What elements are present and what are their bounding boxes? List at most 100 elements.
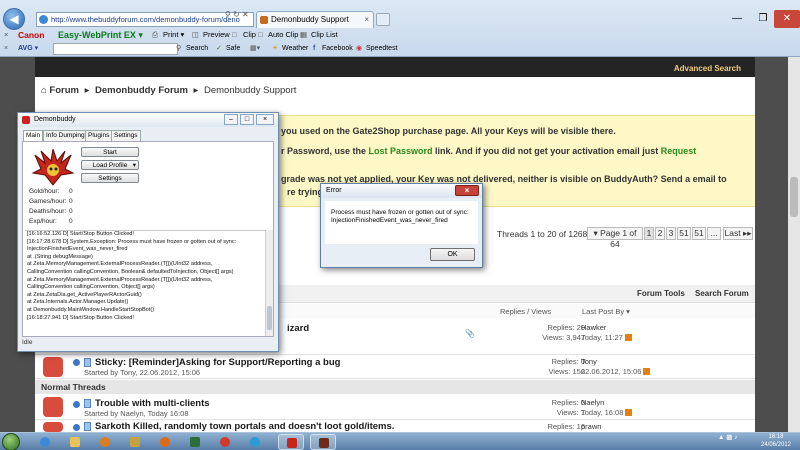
log-output[interactable]: [16:16:52.126 D] Start/Stop Button Click… [25, 230, 271, 336]
table-row[interactable]: Sarkoth Killed, randomly town portals an… [35, 420, 755, 432]
minimize-button[interactable]: — [724, 10, 750, 28]
tray-volume-icon[interactable]: ♪ [734, 434, 737, 441]
home-icon[interactable]: ⌂ [41, 85, 47, 96]
forum-tools-menu[interactable]: Forum Tools [637, 289, 685, 298]
page-3[interactable]: 3 [666, 227, 676, 240]
refresh-icon[interactable]: ↻ [233, 10, 240, 19]
thread-started: Started by Naelyn, Today 16:08 [84, 409, 189, 418]
request-link[interactable]: Request [661, 146, 697, 156]
log-scrollbar[interactable] [265, 230, 273, 336]
avg-menu[interactable]: AVG ▾ [18, 42, 38, 56]
thread-title[interactable]: Trouble with multi-clients [95, 398, 210, 409]
demonbuddy-titlebar[interactable]: Demonbuddy – □ × [18, 113, 278, 127]
page-last[interactable]: Last ▸▸ [723, 227, 753, 240]
last-post-user[interactable]: Hawker [581, 323, 606, 332]
taskbar-firefox-icon[interactable] [152, 434, 178, 450]
taskbar-diablo-icon[interactable] [310, 434, 336, 450]
address-bar[interactable]: http://www.thebuddyforum.com/demonbuddy-… [36, 12, 254, 27]
page-51b[interactable]: 51 [692, 227, 706, 240]
taskbar-demonbuddy-icon[interactable] [278, 434, 304, 450]
demonbuddy-main-panel: Start Load Profile ▾ Settings Gold/hour: 0… [22, 141, 274, 337]
ok-button[interactable]: OK [430, 248, 475, 261]
start-button-icon[interactable] [2, 433, 20, 450]
scrollbar-thumb[interactable] [790, 177, 798, 217]
start-button[interactable]: Start [81, 147, 139, 157]
toolbar-close-icon[interactable]: × [4, 28, 8, 42]
page-ellipsis[interactable]: ... [707, 227, 721, 240]
taskbar-ie-icon[interactable] [32, 434, 58, 450]
avg-facebook-button[interactable]: Facebook [322, 42, 353, 56]
auto-clip-button[interactable]: Auto Clip [268, 28, 298, 42]
clip-button[interactable]: Clip [243, 28, 256, 42]
db-minimize-button[interactable]: – [224, 114, 238, 125]
avg-search-button[interactable]: Search [186, 42, 208, 56]
avg-safe-button[interactable]: Safe [226, 42, 240, 56]
goto-last-post-icon[interactable] [625, 409, 633, 416]
preview-button[interactable]: Preview [203, 28, 230, 42]
browser-chrome: ◀ http://www.thebuddyforum.com/demonbudd… [0, 0, 800, 57]
taskbar-clock[interactable]: 16:18 24/06/2012 [758, 434, 794, 449]
goto-last-post-icon[interactable] [643, 368, 651, 375]
page-of-dropdown[interactable]: ▾ Page 1 of 64 [587, 227, 643, 249]
table-row[interactable]: Sticky: [Reminder]Asking for Support/Rep… [35, 355, 755, 379]
new-tab-button[interactable] [376, 13, 390, 26]
last-post-user[interactable]: Tony [581, 357, 597, 366]
taskbar-explorer-icon[interactable] [62, 434, 88, 450]
close-icon[interactable]: ✕ [242, 10, 249, 19]
last-post-user[interactable]: Naelyn [581, 398, 604, 407]
tab-main[interactable]: Main [23, 130, 44, 141]
lost-password-link[interactable]: Lost Password [369, 146, 433, 156]
tab-settings[interactable]: Settings [111, 130, 141, 141]
taskbar-skype-icon[interactable] [242, 434, 268, 450]
breadcrumb-demonbuddy-forum[interactable]: Demonbuddy Forum [95, 85, 188, 96]
maximize-button[interactable]: ❐ [750, 10, 776, 28]
goto-last-post-icon[interactable] [624, 334, 632, 341]
db-maximize-button[interactable]: □ [240, 114, 254, 125]
clip-list-button[interactable]: Clip List [311, 28, 338, 42]
forum-top-nav: Advanced Search [35, 57, 755, 77]
error-dialog[interactable]: Error × Process must have frozen or gott… [320, 183, 483, 268]
window-close-button[interactable]: ✕ [774, 10, 800, 28]
thread-title[interactable]: Sticky: [Reminder]Asking for Support/Rep… [95, 357, 340, 368]
tray-network-icon[interactable]: ▩ [726, 434, 732, 441]
taskbar-chrome-icon[interactable] [212, 434, 238, 450]
db-close-button[interactable]: × [256, 114, 274, 125]
log-line: [16:16:52.126 D] Start/Stop Button Click… [27, 231, 134, 237]
advanced-search-link[interactable]: Advanced Search [674, 61, 741, 77]
error-titlebar[interactable]: Error × [321, 184, 482, 198]
taskbar-folder-icon[interactable] [122, 434, 148, 450]
avg-speedtest-button[interactable]: Speedtest [366, 42, 398, 56]
load-profile-button[interactable]: Load Profile ▾ [81, 160, 139, 170]
search-forum-menu[interactable]: Search Forum [695, 289, 749, 298]
page-2[interactable]: 2 [655, 227, 665, 240]
avg-weather-button[interactable]: Weather [282, 42, 308, 56]
taskbar-media-icon[interactable] [92, 434, 118, 450]
last-post-by-column[interactable]: Last Post By ▾ [582, 307, 630, 316]
page-1[interactable]: 1 [644, 227, 654, 240]
demonbuddy-window[interactable]: Demonbuddy – □ × Main Info Dumping Plugi… [17, 112, 279, 352]
error-close-button[interactable]: × [455, 185, 479, 196]
tray-arrow-icon[interactable]: ▲ [718, 434, 724, 441]
log-scrollbar-thumb[interactable] [267, 306, 272, 330]
tab-info-dumping[interactable]: Info Dumping [43, 130, 88, 141]
avg-close-icon[interactable]: × [4, 42, 8, 56]
table-row[interactable]: Trouble with multi-clients Started by Na… [35, 395, 755, 420]
avg-search-input[interactable] [53, 43, 178, 55]
breadcrumb-forum[interactable]: Forum [49, 85, 79, 96]
page-51[interactable]: 51 [677, 227, 691, 240]
settings-button[interactable]: Settings [81, 173, 139, 183]
tab-plugins[interactable]: Plugins [85, 130, 113, 141]
search-icon[interactable]: ⚲ [225, 10, 231, 19]
print-button[interactable]: Print ▾ [163, 28, 184, 42]
thread-title[interactable]: Sarkoth Killed, randomly town portals an… [95, 421, 394, 432]
page-scrollbar[interactable] [788, 57, 800, 432]
browser-tab-demonbuddy[interactable]: Demonbuddy Support × [256, 11, 374, 28]
tab-close-icon[interactable]: × [364, 12, 369, 28]
easy-webprint-menu[interactable]: Easy-WebPrint EX ▾ [58, 28, 143, 42]
back-button[interactable]: ◀ [3, 8, 25, 30]
thread-title[interactable]: izard [287, 323, 309, 334]
taskbar-app-icon[interactable] [182, 434, 208, 450]
options-icon[interactable]: ▦▾ [250, 42, 260, 56]
replies-views-column[interactable]: Replies / Views [500, 307, 551, 316]
last-post-user[interactable]: prawn [581, 422, 601, 431]
